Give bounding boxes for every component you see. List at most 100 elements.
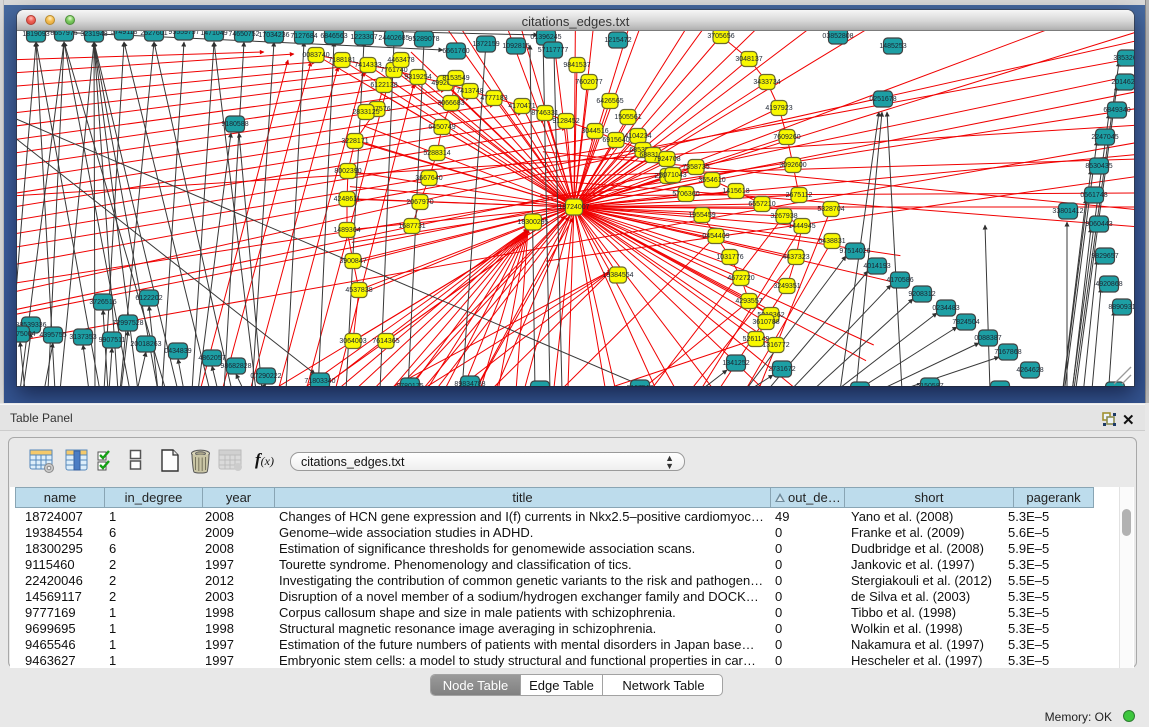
svg-text:24402685: 24402685 xyxy=(378,35,409,42)
svg-text:95289078: 95289078 xyxy=(408,36,439,43)
svg-text:07290222: 07290222 xyxy=(250,373,281,380)
svg-text:5749118: 5749118 xyxy=(111,31,138,36)
svg-text:6122202: 6122202 xyxy=(135,295,162,302)
svg-text:7127684: 7127684 xyxy=(290,33,317,40)
svg-text:9907511: 9907511 xyxy=(99,337,126,344)
svg-text:9180588: 9180588 xyxy=(221,121,248,128)
svg-text:4170586: 4170586 xyxy=(886,277,913,284)
svg-text:01396245: 01396245 xyxy=(530,34,561,41)
svg-text:3249351: 3249351 xyxy=(773,283,800,290)
svg-text:8780175: 8780175 xyxy=(396,383,423,386)
svg-text:1341252: 1341252 xyxy=(722,360,749,367)
svg-text:1819093: 1819093 xyxy=(22,31,49,38)
svg-text:0561748: 0561748 xyxy=(1080,192,1107,199)
svg-text:2731672: 2731672 xyxy=(768,366,795,373)
svg-text:4264628: 4264628 xyxy=(1016,367,1043,374)
svg-text:4777183: 4777183 xyxy=(480,95,507,102)
svg-text:33801412: 33801412 xyxy=(1052,208,1083,215)
svg-text:7188181: 7188181 xyxy=(328,57,355,64)
svg-text:1489364: 1489364 xyxy=(333,227,360,234)
svg-text:5328704: 5328704 xyxy=(817,206,844,213)
svg-text:0454409: 0454409 xyxy=(702,233,729,240)
svg-text:2014620: 2014620 xyxy=(1111,79,1134,86)
svg-text:7414333: 7414333 xyxy=(354,62,381,69)
svg-text:1444945: 1444945 xyxy=(788,223,815,230)
svg-text:7761740: 7761740 xyxy=(380,67,407,74)
svg-text:7924708: 7924708 xyxy=(653,156,680,163)
svg-text:03852808: 03852808 xyxy=(822,33,853,40)
svg-text:1505561: 1505561 xyxy=(614,114,641,121)
svg-text:9060443: 9060443 xyxy=(1085,221,1112,228)
svg-text:6557210: 6557210 xyxy=(748,201,775,208)
svg-text:4104234: 4104234 xyxy=(624,133,651,140)
svg-text:4197923: 4197923 xyxy=(765,105,792,112)
svg-text:2067970: 2067970 xyxy=(406,199,433,206)
svg-text:0251678: 0251678 xyxy=(869,96,896,103)
svg-text:4248611: 4248611 xyxy=(334,196,361,203)
svg-text:8530435: 8530435 xyxy=(1085,163,1112,170)
svg-text:72997528: 72997528 xyxy=(112,320,143,327)
svg-text:7602077: 7602077 xyxy=(575,79,602,86)
svg-text:19384554: 19384554 xyxy=(602,272,633,279)
svg-text:3092600: 3092600 xyxy=(779,162,806,169)
svg-text:2675112: 2675112 xyxy=(786,192,813,199)
svg-text:3267938: 3267938 xyxy=(770,213,797,220)
svg-text:3353265: 3353265 xyxy=(1113,55,1134,62)
svg-text:1471049: 1471049 xyxy=(200,31,227,37)
svg-text:95559797: 95559797 xyxy=(168,31,199,36)
svg-text:18300295: 18300295 xyxy=(517,219,548,226)
svg-text:9319254: 9319254 xyxy=(404,74,431,81)
svg-text:4862057: 4862057 xyxy=(198,355,225,362)
svg-text:5150587: 5150587 xyxy=(916,383,943,386)
svg-text:6071043: 6071043 xyxy=(659,172,686,179)
svg-text:7824504: 7824504 xyxy=(952,319,979,326)
svg-text:4672720: 4672720 xyxy=(727,275,754,282)
svg-text:71803340: 71803340 xyxy=(304,378,335,385)
svg-text:3667640: 3667640 xyxy=(415,175,442,182)
svg-text:33875004: 33875004 xyxy=(17,331,36,338)
svg-text:3228171: 3228171 xyxy=(341,138,368,145)
svg-text:2833125: 2833125 xyxy=(352,109,379,116)
svg-text:1223307: 1223307 xyxy=(350,34,377,41)
svg-text:3064003: 3064003 xyxy=(339,338,366,345)
svg-text:7413748: 7413748 xyxy=(456,88,483,95)
svg-text:3610788: 3610788 xyxy=(752,319,779,326)
svg-text:4537838: 4537838 xyxy=(345,287,372,294)
svg-text:6167513: 6167513 xyxy=(626,385,653,386)
svg-text:89834788: 89834788 xyxy=(454,381,485,386)
svg-text:2247045: 2247045 xyxy=(1091,134,1118,141)
svg-text:4293557: 4293557 xyxy=(735,298,762,305)
svg-text:6122138: 6122138 xyxy=(370,82,397,89)
svg-text:7609260: 7609260 xyxy=(773,134,800,141)
svg-text:3654610: 3654610 xyxy=(698,177,725,184)
svg-text:4437323: 4437323 xyxy=(782,254,809,261)
svg-text:1485253: 1485253 xyxy=(879,43,906,50)
svg-text:97514026: 97514026 xyxy=(839,248,870,255)
svg-text:6661760: 6661760 xyxy=(442,48,469,55)
svg-text:6426565: 6426565 xyxy=(596,98,623,105)
svg-text:18724007: 18724007 xyxy=(558,204,589,211)
svg-text:1955459: 1955459 xyxy=(688,212,715,219)
svg-text:0234483: 0234483 xyxy=(932,305,959,312)
svg-text:1031776: 1031776 xyxy=(716,254,743,261)
svg-text:57117777: 57117777 xyxy=(538,47,569,54)
svg-text:8746331: 8746331 xyxy=(531,110,558,117)
svg-text:9128452: 9128452 xyxy=(552,118,579,125)
svg-text:1415618: 1415618 xyxy=(722,188,749,195)
svg-text:6450749: 6450749 xyxy=(428,124,455,131)
svg-text:8002390: 8002390 xyxy=(334,168,361,175)
svg-text:3433734: 3433734 xyxy=(753,79,780,86)
svg-text:3726516: 3726516 xyxy=(89,299,116,306)
svg-text:0088387: 0088387 xyxy=(974,335,1001,342)
svg-text:4014193: 4014193 xyxy=(863,263,890,270)
svg-text:74650752: 74650752 xyxy=(228,31,259,38)
svg-text:4920868: 4920868 xyxy=(1095,281,1122,288)
svg-text:2527601: 2527601 xyxy=(140,31,167,37)
svg-text:5288314: 5288314 xyxy=(423,150,450,157)
svg-text:7167868: 7167868 xyxy=(994,349,1021,356)
svg-text:3066683: 3066683 xyxy=(437,100,464,107)
svg-text:1092815: 1092815 xyxy=(502,43,529,50)
svg-text:0434839: 0434839 xyxy=(164,348,191,355)
svg-text:7358735: 7358735 xyxy=(682,164,709,171)
svg-text:1372159: 1372159 xyxy=(472,41,499,48)
